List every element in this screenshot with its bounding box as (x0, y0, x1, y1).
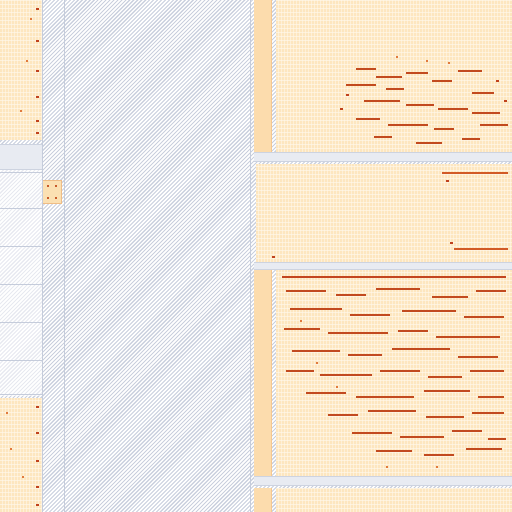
middle-panel-marks (256, 164, 512, 262)
top-panel-cluster (276, 0, 512, 152)
right-separator-1 (254, 152, 512, 162)
lower-panel (276, 270, 512, 476)
bottom-panel (276, 488, 512, 512)
left-bottom-panel (0, 398, 42, 512)
left-top-panel (0, 0, 42, 140)
lower-panel-cluster (276, 270, 512, 476)
bottom-panel-bar (254, 488, 272, 512)
left-separator-top (0, 144, 42, 170)
top-panel (276, 0, 512, 152)
right-separator-2 (254, 262, 512, 270)
left-grid (0, 170, 42, 396)
divider-left-2 (64, 0, 65, 512)
left-bottom-marks (0, 398, 42, 512)
divider-left-1 (42, 0, 43, 512)
lower-panel-bar (254, 270, 272, 476)
corner-cell-icon[interactable] (42, 180, 62, 204)
divider-right (250, 0, 251, 512)
right-separator-3 (254, 476, 512, 486)
top-panel-bar (254, 0, 272, 152)
middle-panel (256, 164, 512, 262)
left-top-marks (0, 0, 42, 140)
